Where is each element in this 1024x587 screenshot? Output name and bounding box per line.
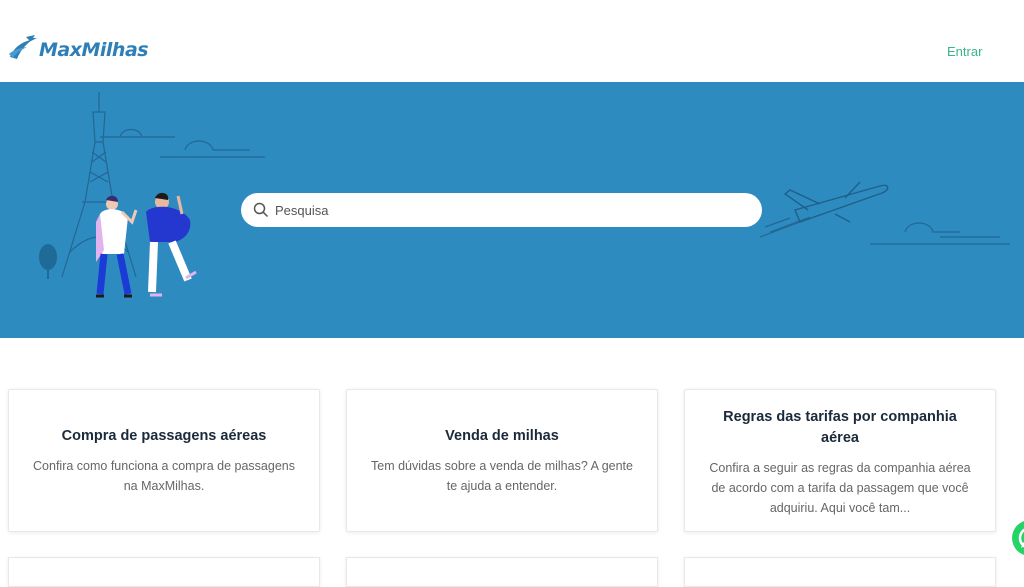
card-description: Confira como funciona a compra de passag… xyxy=(33,458,295,493)
logo-text: MaxMilhas xyxy=(39,39,149,61)
plane-swoosh-icon xyxy=(9,35,37,59)
card-title: Regras das tarifas por companhia aérea xyxy=(723,409,957,446)
card-row2-1[interactable] xyxy=(8,557,320,587)
card-description: Tem dúvidas sobre a venda de milhas? A g… xyxy=(371,458,633,493)
hero-banner xyxy=(0,82,1024,338)
card-description: Confira a seguir as regras da companhia … xyxy=(709,461,971,515)
login-link[interactable]: Entrar xyxy=(947,44,982,59)
whatsapp-icon xyxy=(1018,528,1024,548)
logo[interactable]: MaxMilhas xyxy=(7,35,149,65)
card-venda-milhas[interactable]: Venda de milhas Tem dúvidas sobre a vend… xyxy=(346,389,658,532)
card-row2-2[interactable] xyxy=(346,557,658,587)
card-title: Venda de milhas xyxy=(445,427,559,444)
card-regras-tarifas[interactable]: Regras das tarifas por companhia aérea C… xyxy=(684,389,996,532)
card-row2-3[interactable] xyxy=(684,557,996,587)
site-header: MaxMilhas Entrar xyxy=(0,0,1024,82)
search-icon xyxy=(253,202,269,218)
search-input[interactable] xyxy=(275,202,735,218)
card-compra-passagens[interactable]: Compra de passagens aéreas Confira como … xyxy=(8,389,320,532)
card-title: Compra de passagens aéreas xyxy=(61,427,267,444)
search-bar[interactable] xyxy=(241,193,762,227)
whatsapp-button[interactable] xyxy=(1012,520,1024,556)
